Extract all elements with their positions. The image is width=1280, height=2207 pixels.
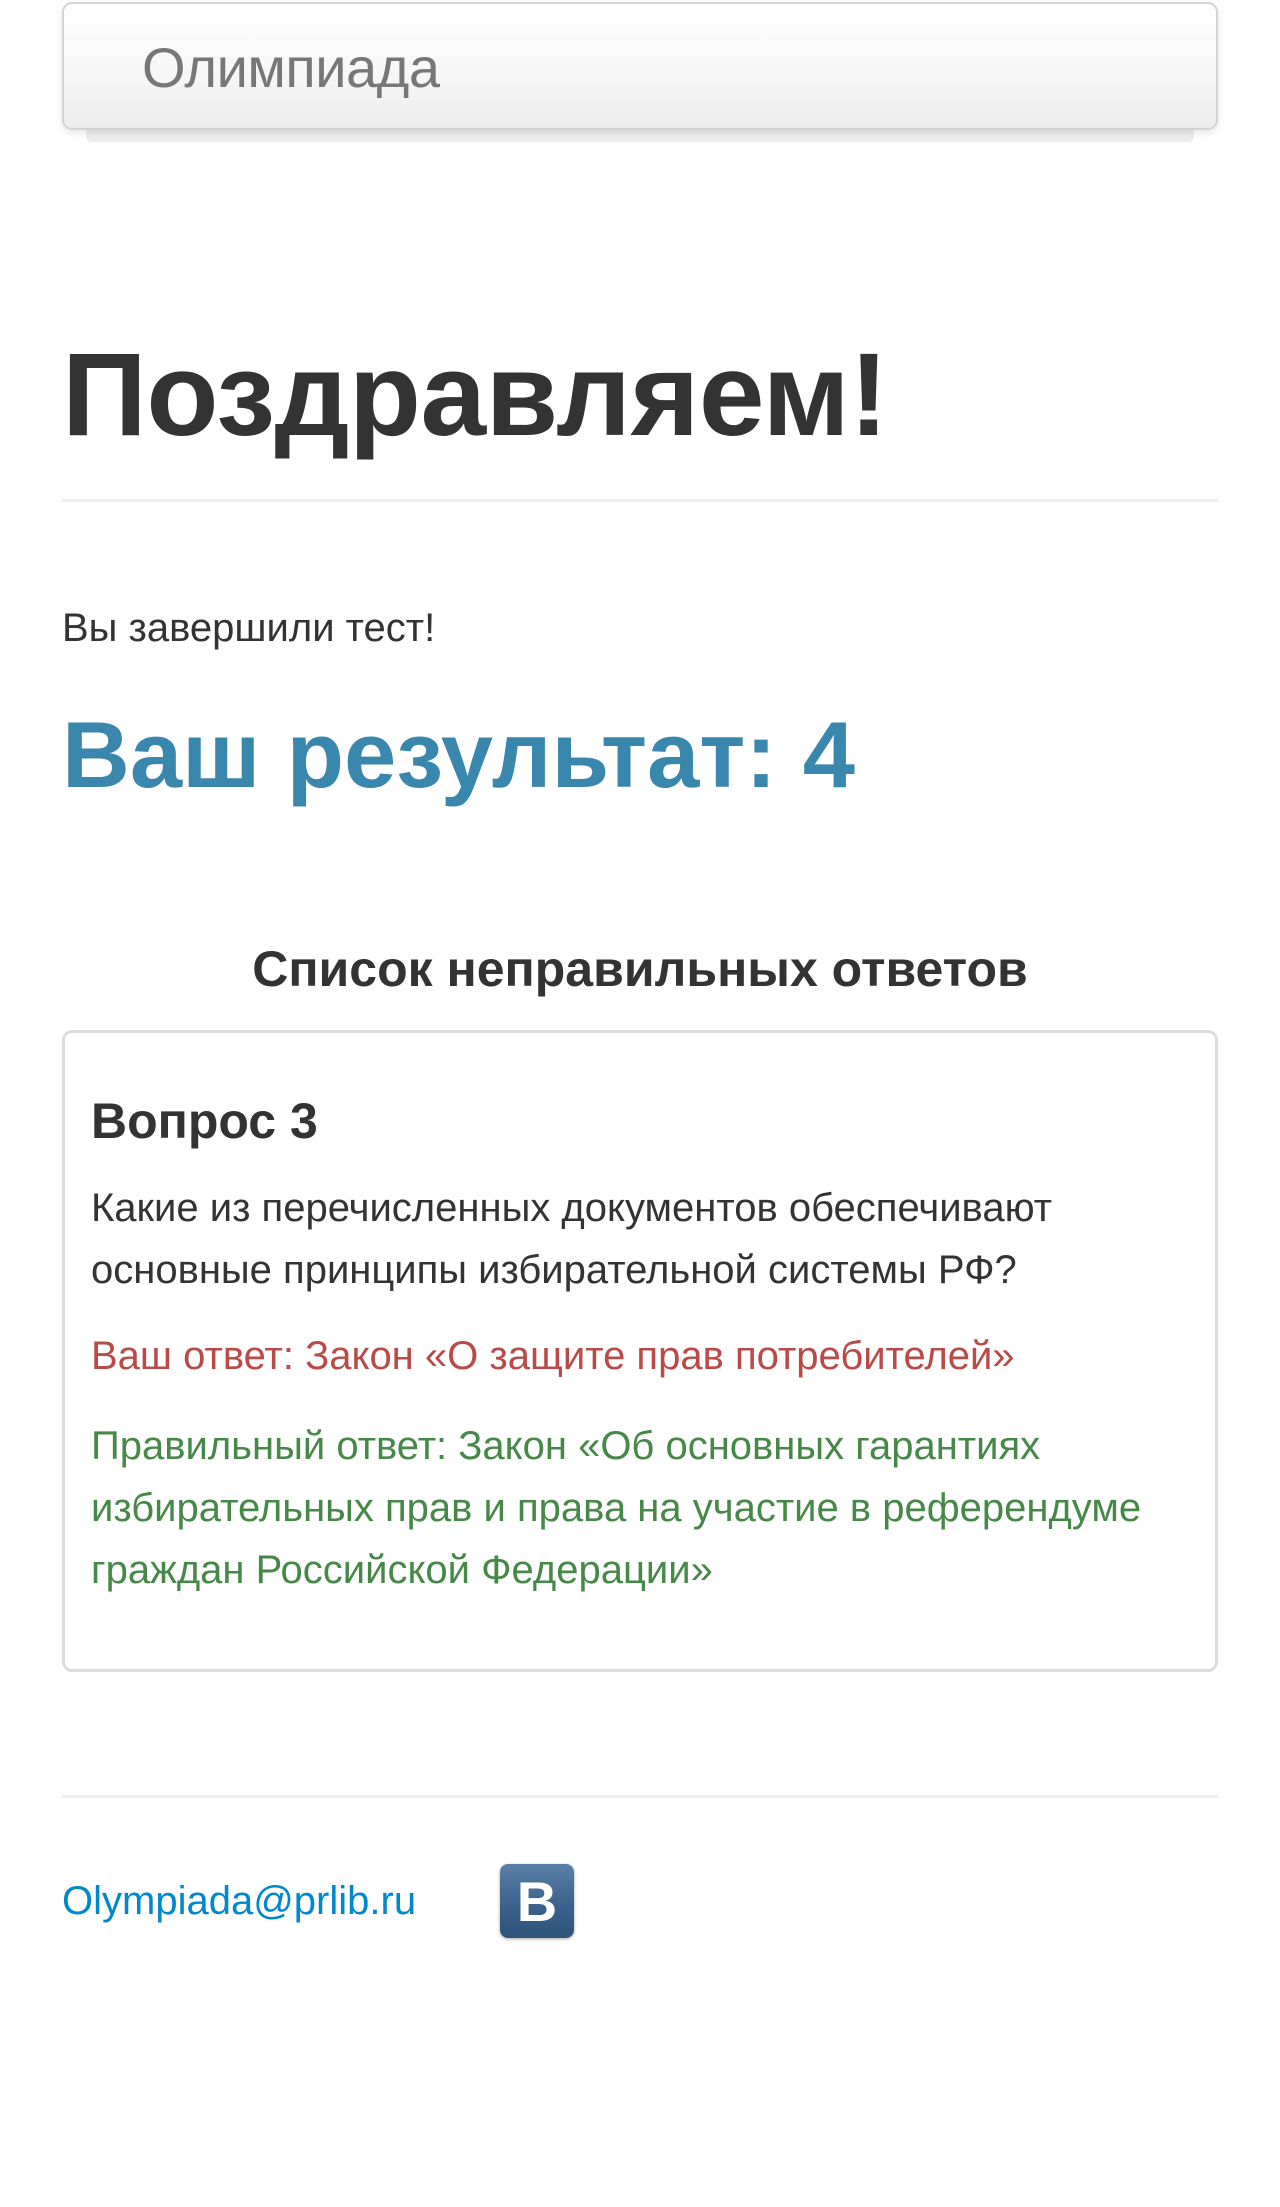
page-header: Поздравляем!	[62, 300, 1218, 502]
vk-link[interactable]: B	[500, 1864, 574, 1938]
your-answer: Ваш ответ: Закон «О защите прав потребит…	[91, 1334, 1015, 1378]
vk-icon: B	[516, 1870, 558, 1933]
brand-link[interactable]: Олимпиада	[142, 36, 440, 100]
footer-divider	[62, 1795, 1218, 1798]
question-card: Вопрос 3 Какие из перечисленных документ…	[62, 1030, 1218, 1672]
page-title: Поздравляем!	[62, 329, 889, 461]
question-number: Вопрос 3	[91, 1093, 318, 1149]
contact-email-link[interactable]: Olympiada@prlib.ru	[62, 1876, 416, 1926]
correct-answer: Правильный ответ: Закон «Об основных гар…	[91, 1424, 1142, 1592]
test-finished-text: Вы завершили тест!	[62, 606, 436, 650]
navbar: Олимпиада	[62, 2, 1218, 130]
navbar-container: Олимпиада	[62, 0, 1218, 145]
result-score: Ваш результат: 4	[62, 702, 856, 807]
question-text: Какие из перечисленных документов обеспе…	[91, 1186, 1053, 1292]
wrong-answers-title: Список неправильных ответов	[252, 941, 1028, 997]
